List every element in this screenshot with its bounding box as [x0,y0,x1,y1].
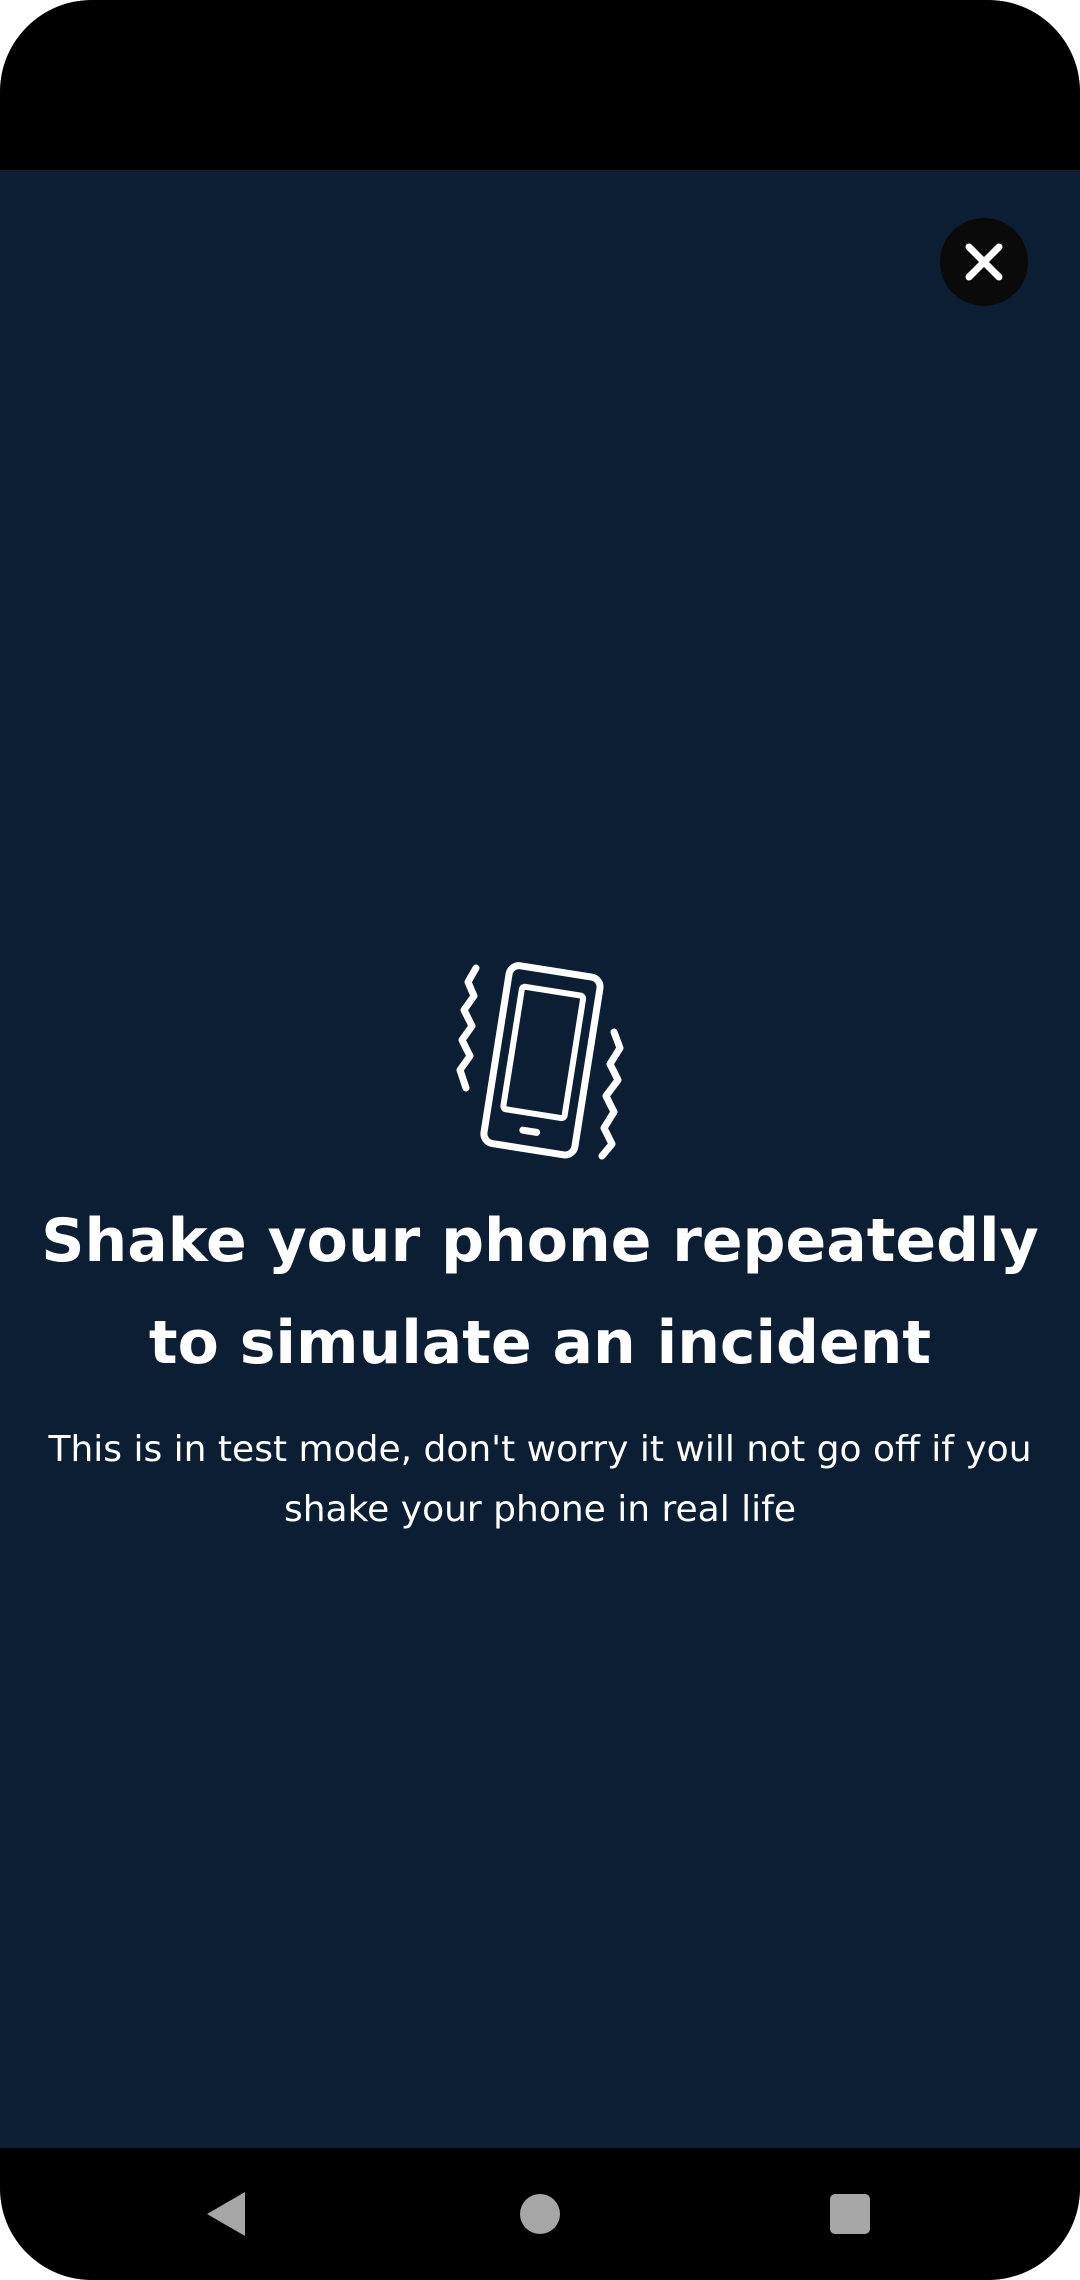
shake-instructions-screen: Shake your phone repeatedly to simulate … [0,170,1080,2148]
close-icon [965,243,1003,281]
navigation-bar [0,2148,1080,2280]
instruction-subtitle: This is in test mode, don't worry it wil… [48,1429,1032,1530]
back-icon [207,2192,245,2236]
recents-button[interactable] [780,2148,920,2280]
back-button[interactable] [156,2148,296,2280]
close-button[interactable] [940,218,1028,306]
phone-vibrate-icon [456,962,624,1160]
home-button[interactable] [470,2148,610,2280]
home-icon [520,2194,560,2234]
device-frame: Shake your phone repeatedly to simulate … [0,0,1080,2280]
status-bar [0,0,1080,170]
instruction-title: Shake your phone repeatedly to simulate … [41,1206,1039,1378]
recents-icon [830,2194,870,2234]
